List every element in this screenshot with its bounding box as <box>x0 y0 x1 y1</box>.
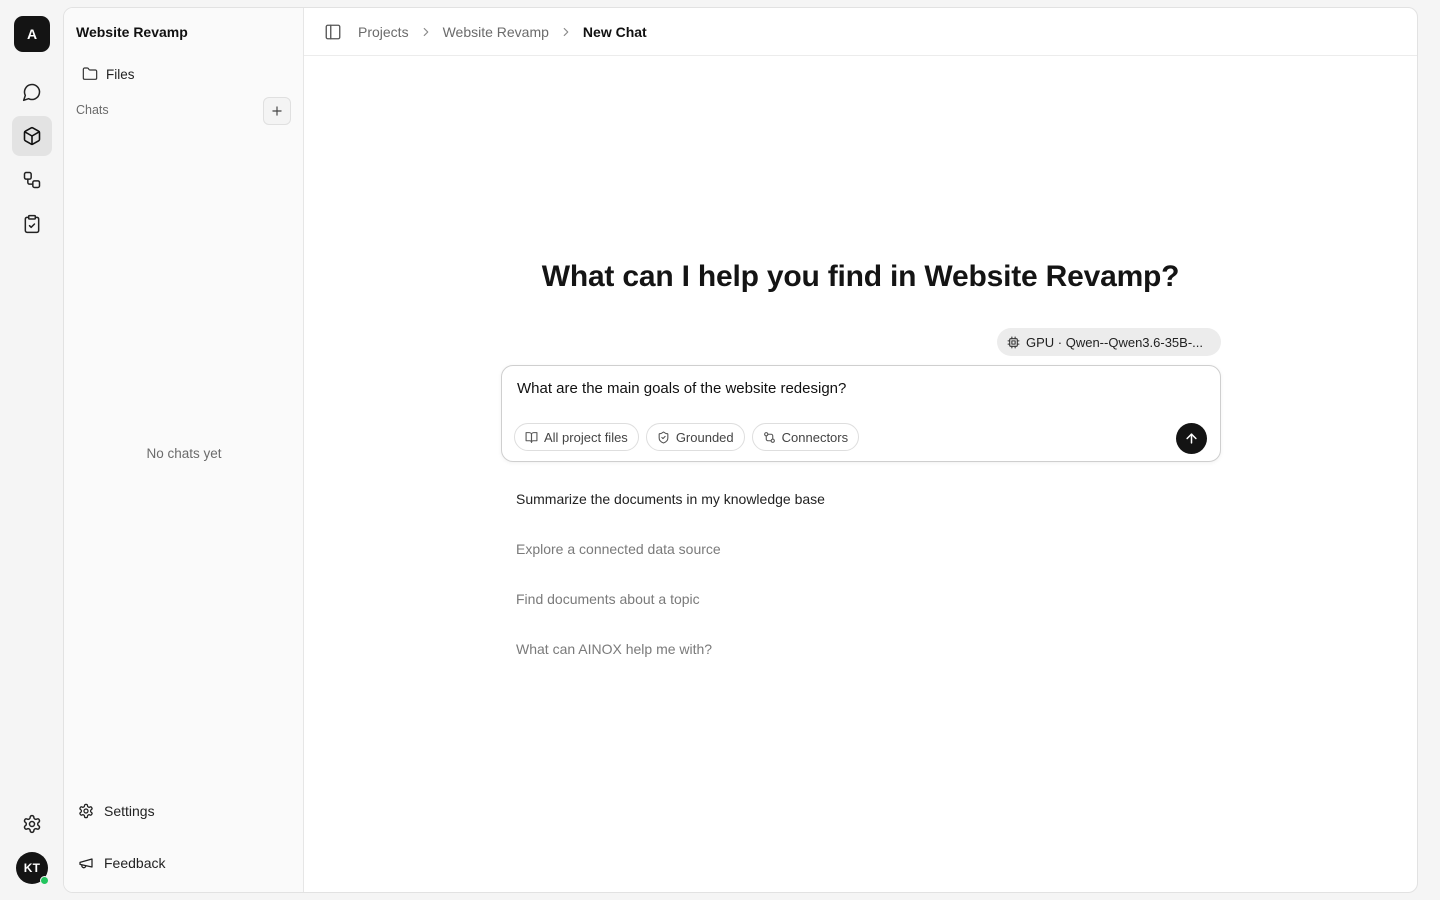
breadcrumb-projects[interactable]: Projects <box>358 24 409 40</box>
suggestion-item[interactable]: Find documents about a topic <box>516 590 825 640</box>
chat-input[interactable] <box>517 380 1137 397</box>
settings-label: Settings <box>104 803 155 819</box>
feedback-link[interactable]: Feedback <box>78 851 165 875</box>
files-nav-item[interactable]: Files <box>76 60 292 88</box>
suggestion-item[interactable]: What can AINOX help me with? <box>516 640 825 690</box>
page-heading: What can I help you find in Website Reva… <box>541 260 1180 293</box>
clipboard-check-icon[interactable] <box>12 204 52 244</box>
project-sidebar: Website Revamp Files Chats No chats yet … <box>64 8 304 892</box>
icon-rail: A KT <box>0 0 64 900</box>
online-status-dot <box>40 876 49 885</box>
app-logo[interactable]: A <box>14 16 50 52</box>
app-frame: Website Revamp Files Chats No chats yet … <box>63 7 1418 893</box>
cpu-chip-icon <box>1007 336 1020 348</box>
chevron-right-icon <box>423 27 428 36</box>
chip-label: All project files <box>544 429 628 445</box>
workflow-icon[interactable] <box>12 160 52 200</box>
feedback-label: Feedback <box>104 855 166 871</box>
files-label: Files <box>106 66 135 82</box>
suggestion-item[interactable]: Summarize the documents in my knowledge … <box>516 490 825 540</box>
breadcrumb-project[interactable]: Website Revamp <box>443 24 549 40</box>
model-label: GPU · Qwen--Qwen3.6-35B-... <box>1026 334 1203 350</box>
send-button[interactable] <box>1176 423 1207 454</box>
main-content: Projects Website Revamp New Chat What ca… <box>304 8 1417 892</box>
plus-icon <box>272 106 282 116</box>
book-open-icon <box>525 431 538 443</box>
connectors-chip[interactable]: Connectors <box>751 423 860 451</box>
chats-section-label: Chats <box>76 103 109 117</box>
breadcrumb: Projects Website Revamp New Chat <box>304 8 1417 56</box>
sidebar-toggle-icon[interactable] <box>324 23 342 41</box>
box-icon[interactable] <box>12 116 52 156</box>
megaphone-icon <box>79 858 93 869</box>
project-title: Website Revamp <box>76 24 188 40</box>
shield-check-icon <box>658 431 669 443</box>
gear-icon <box>79 803 93 819</box>
grounded-chip[interactable]: Grounded <box>645 423 745 451</box>
new-chat-button[interactable] <box>263 97 291 125</box>
chat-icon[interactable] <box>12 72 52 112</box>
scope-all-project-files-chip[interactable]: All project files <box>514 423 639 451</box>
chip-label: Grounded <box>675 429 734 445</box>
empty-chats-message: No chats yet <box>146 446 222 461</box>
settings-link[interactable]: Settings <box>78 799 155 823</box>
chat-composer: All project files Grounded Connectors <box>501 365 1221 462</box>
breadcrumb-current: New Chat <box>582 23 647 40</box>
model-selector[interactable]: GPU · Qwen--Qwen3.6-35B-... <box>997 328 1221 356</box>
connectors-icon <box>763 431 775 443</box>
suggestion-item[interactable]: Explore a connected data source <box>516 540 825 590</box>
chip-label: Connectors <box>781 429 849 445</box>
arrow-up-icon <box>1186 433 1197 444</box>
composer-options: All project files Grounded Connectors <box>514 423 860 451</box>
folder-icon <box>82 67 98 80</box>
suggestion-list: Summarize the documents in my knowledge … <box>516 490 825 690</box>
settings-gear-icon[interactable] <box>12 804 52 844</box>
chevron-right-icon <box>563 27 569 36</box>
